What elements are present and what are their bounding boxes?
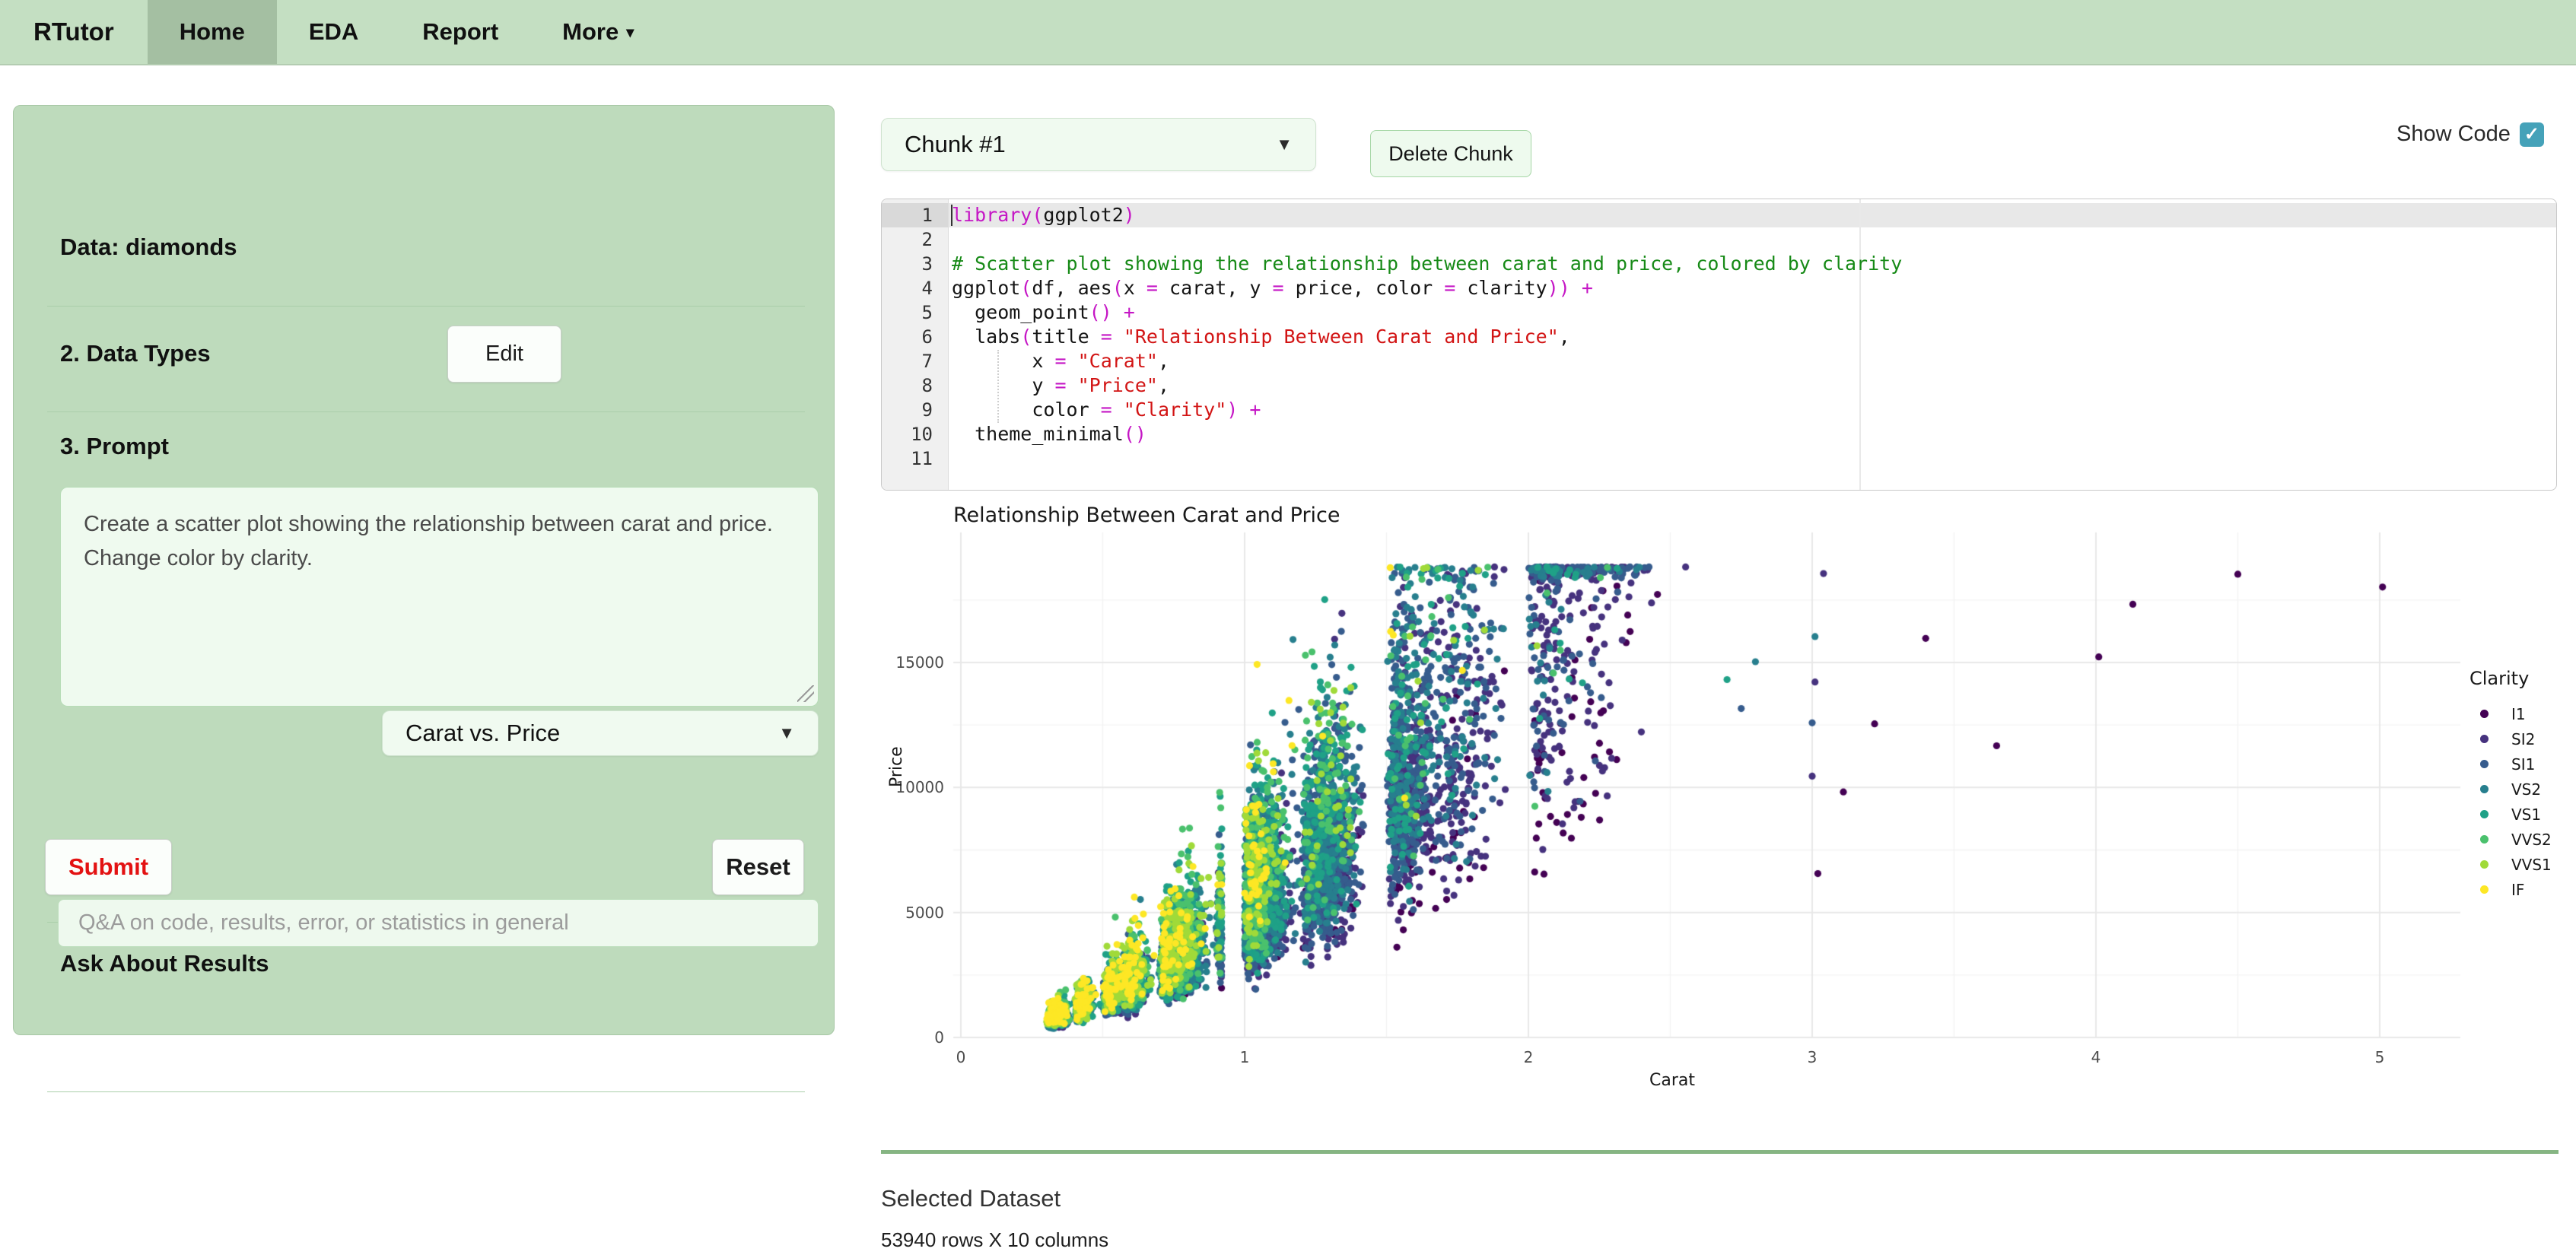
legend-label: SI1	[2511, 755, 2535, 774]
legend-label: VS1	[2511, 805, 2541, 824]
legend-dot-icon	[2480, 885, 2489, 894]
legend-item: VS1	[2469, 802, 2552, 827]
show-code-label: Show Code	[2396, 122, 2511, 147]
legend-dot-icon	[2480, 710, 2489, 718]
code-line: ggplot(df, aes(x = carat, y = price, col…	[952, 276, 2556, 300]
chunk-select-value: Chunk #1	[905, 131, 1006, 158]
prompt-textarea[interactable]	[60, 487, 819, 707]
scatter-canvas	[881, 494, 2576, 1103]
x-tick-label: 2	[1506, 1048, 1551, 1066]
legend-label: VS2	[2511, 780, 2541, 799]
legend-label: VVS1	[2511, 856, 2552, 874]
code-line: # Scatter plot showing the relationship …	[952, 252, 2556, 276]
legend-dot-icon	[2480, 860, 2489, 869]
line-number: 4	[887, 276, 933, 300]
data-label: Data: diamonds	[60, 234, 237, 261]
legend-dot-icon	[2480, 835, 2489, 844]
legend-item: SI1	[2469, 751, 2552, 777]
legend-label: I1	[2511, 705, 2526, 723]
legend-dot-icon	[2480, 760, 2489, 768]
x-tick-label: 3	[1789, 1048, 1835, 1066]
legend-item: VVS1	[2469, 852, 2552, 877]
legend-label: IF	[2511, 881, 2524, 899]
selected-dataset-heading: Selected Dataset	[881, 1185, 1061, 1212]
line-number: 3	[887, 252, 933, 276]
edit-button[interactable]: Edit	[447, 326, 561, 383]
code-line: color = "Clarity") +	[952, 398, 2556, 422]
code-editor[interactable]: 1234567891011 library(ggplot2) # Scatter …	[881, 199, 2557, 491]
code-line	[952, 227, 2556, 252]
y-axis-title: Price	[887, 746, 906, 787]
legend-dot-icon	[2480, 810, 2489, 818]
divider	[47, 411, 805, 412]
chevron-down-icon: ▼	[1276, 135, 1293, 154]
chevron-down-icon: ▼	[778, 723, 795, 743]
code-line: theme_minimal()	[952, 422, 2556, 446]
divider	[47, 306, 805, 307]
x-tick-label: 0	[938, 1048, 984, 1066]
legend-dot-icon	[2480, 735, 2489, 743]
code-line: x = "Carat",	[952, 349, 2556, 373]
reset-button[interactable]: Reset	[712, 839, 804, 895]
chunk-select[interactable]: Chunk #1 ▼	[881, 118, 1316, 171]
code-line: y = "Price",	[952, 373, 2556, 398]
x-tick-label: 1	[1222, 1048, 1267, 1066]
prompt-heading: 3. Prompt	[60, 433, 169, 460]
legend-item: VVS2	[2469, 827, 2552, 852]
nav-tab-more[interactable]: More▾	[530, 0, 666, 64]
app-brand: RTutor	[0, 0, 148, 64]
code-line: library(ggplot2)	[952, 203, 2556, 227]
qa-input[interactable]	[58, 899, 819, 947]
section-divider	[881, 1150, 2559, 1154]
line-number: 7	[887, 349, 933, 373]
line-number-gutter: 1234567891011	[882, 199, 949, 490]
line-number: 10	[887, 422, 933, 446]
line-number: 8	[887, 373, 933, 398]
navbar: RTutor HomeEDAReportMore▾	[0, 0, 2576, 65]
submit-button[interactable]: Submit	[45, 839, 172, 895]
legend-title: Clarity	[2469, 668, 2552, 689]
nav-tab-home[interactable]: Home	[148, 0, 277, 64]
line-number: 11	[887, 446, 933, 471]
line-number: 6	[887, 325, 933, 349]
x-tick-label: 5	[2357, 1048, 2403, 1066]
textarea-resize-handle[interactable]	[797, 685, 814, 702]
line-number: 1	[882, 203, 948, 227]
y-tick-label: 0	[891, 1028, 944, 1047]
legend-item: IF	[2469, 877, 2552, 902]
preset-select[interactable]: Carat vs. Price ▼	[382, 710, 819, 756]
scatter-plot: Relationship Between Carat and Price 012…	[881, 494, 2576, 1103]
nav-tab-report[interactable]: Report	[390, 0, 530, 64]
dataset-dimensions: 53940 rows X 10 columns	[881, 1228, 1108, 1252]
plot-legend: Clarity I1 SI2 SI1 VS2 VS1 VVS2 VVS1 IF	[2469, 668, 2552, 902]
x-tick-label: 4	[2073, 1048, 2119, 1066]
control-panel: Data: diamonds 2. Data Types Edit 3. Pro…	[13, 105, 835, 1035]
legend-label: VVS2	[2511, 831, 2552, 849]
preset-select-value: Carat vs. Price	[405, 720, 560, 747]
legend-label: SI2	[2511, 730, 2535, 748]
legend-dot-icon	[2480, 785, 2489, 793]
code-line	[952, 446, 2556, 471]
data-types-heading: 2. Data Types	[60, 340, 211, 367]
ask-results-heading: Ask About Results	[60, 950, 269, 977]
y-tick-label: 15000	[891, 653, 944, 672]
show-code-checkbox[interactable]: ✓	[2520, 122, 2544, 147]
line-number: 2	[887, 227, 933, 252]
x-axis-title: Carat	[1649, 1071, 1695, 1090]
chevron-down-icon: ▾	[626, 23, 634, 42]
legend-item: VS2	[2469, 777, 2552, 802]
line-number: 9	[887, 398, 933, 422]
line-number: 5	[887, 300, 933, 325]
legend-item: SI2	[2469, 726, 2552, 751]
divider	[47, 1091, 805, 1092]
code-line: labs(title = "Relationship Between Carat…	[952, 325, 2556, 349]
code-line: geom_point() +	[952, 300, 2556, 325]
legend-item: I1	[2469, 701, 2552, 726]
code-text[interactable]: library(ggplot2) # Scatter plot showing t…	[952, 203, 2556, 471]
delete-chunk-button[interactable]: Delete Chunk	[1370, 130, 1531, 177]
y-tick-label: 5000	[891, 904, 944, 922]
nav-tab-eda[interactable]: EDA	[277, 0, 390, 64]
